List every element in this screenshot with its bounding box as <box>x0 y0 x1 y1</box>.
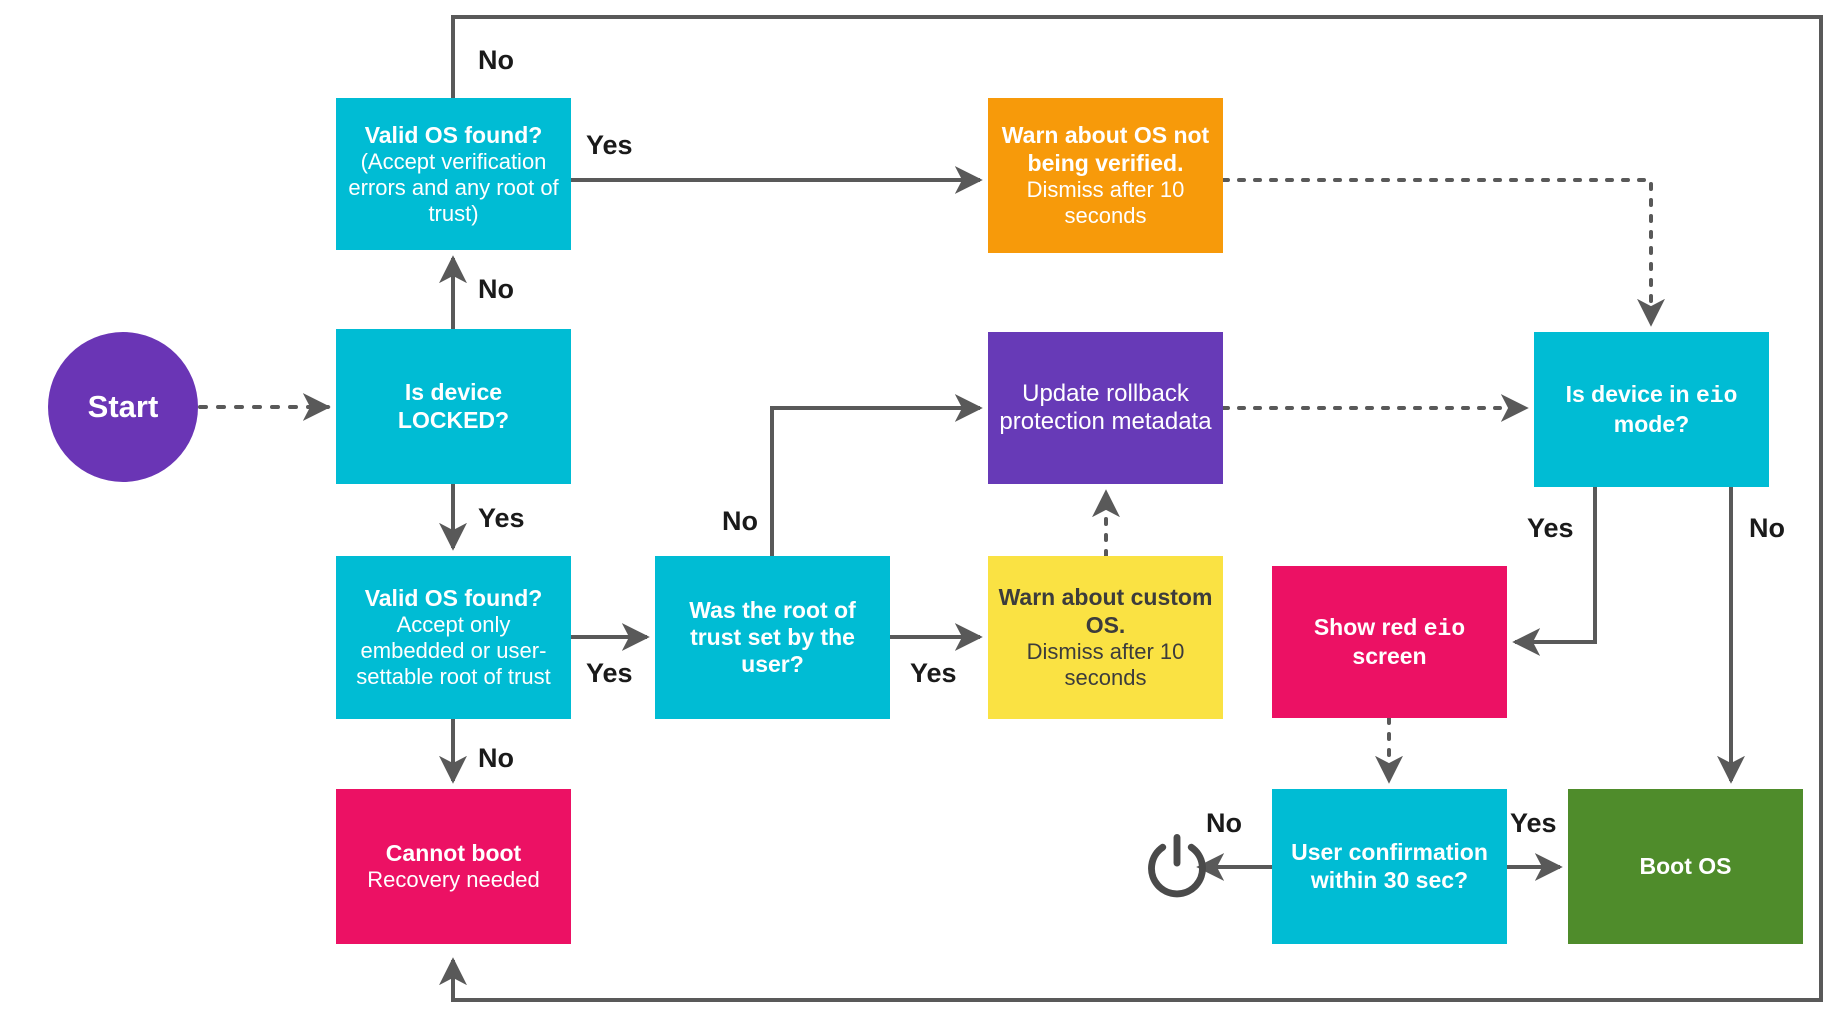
node-warn-custom-os[interactable]: Warn about custom OS. Dismiss after 10 se… <box>988 556 1223 719</box>
warn-os-not-verified-subtitle: Dismiss after 10 seconds <box>1026 176 1185 228</box>
node-valid-os-found-locked[interactable]: Valid OS found? Accept only embedded or u… <box>336 556 571 719</box>
mono-term: eio <box>1423 615 1466 642</box>
start-title: Start <box>87 388 159 424</box>
cannot-boot-subtitle: Recovery needed <box>367 867 540 893</box>
edge-label-valid-os-top-yes: Yes <box>586 130 633 160</box>
node-start[interactable]: Start <box>48 332 198 482</box>
edge-label-eio-yes: Yes <box>1527 513 1574 543</box>
edge-root-of-trust-no <box>770 394 983 556</box>
show-red-eio-screen-subtitle: Show red eio screen <box>1313 613 1466 669</box>
warn-custom-os-title: Warn about custom OS. <box>998 584 1213 638</box>
node-cannot-boot[interactable]: Cannot boot Recovery needed <box>336 789 571 944</box>
edge-label-is-device-locked-no: No <box>478 274 514 304</box>
edge-label-root-of-trust-yes: Yes <box>910 658 957 688</box>
boot-os-subtitle: Boot OS <box>1639 852 1732 879</box>
edge-label-valid-os-bottom-yes: Yes <box>586 658 633 688</box>
is-device-locked-title: Is device <box>404 379 503 406</box>
flowchart-canvas: Valid OS found? (top) --> Valid OS found… <box>0 0 1838 1028</box>
user-confirmation-within-30-sec-subtitle: User confirmation within 30 sec? <box>1291 839 1488 893</box>
node-is-device-in-eio-mode[interactable]: Is device in eio mode? <box>1534 332 1769 487</box>
node-is-device-locked[interactable]: Is device LOCKED? <box>336 329 571 484</box>
was-root-of-trust-set-by-user-title: Was the root of trust set by the user? <box>689 596 856 678</box>
node-valid-os-found-unlocked[interactable]: Valid OS found? (Accept verification erro… <box>336 98 571 250</box>
valid-os-found-locked-subtitle: Accept only embedded or user-settable ro… <box>356 612 551 690</box>
edge-label-root-of-trust-no: No <box>722 506 758 536</box>
valid-os-found-locked-title: Valid OS found? <box>364 585 543 611</box>
is-device-locked-subtitle: LOCKED? <box>397 406 510 433</box>
cannot-boot-title: Cannot boot <box>385 839 522 866</box>
edge-label-valid-os-bottom-no: No <box>478 743 514 773</box>
edge-label-eio-no: No <box>1749 513 1785 543</box>
valid-os-found-unlocked-title: Valid OS found? <box>364 121 543 148</box>
warn-os-not-verified-title: Warn about OS not being verified. <box>1001 122 1210 176</box>
warn-custom-os-subtitle: Dismiss after 10 seconds <box>1026 638 1185 690</box>
node-show-red-eio-screen[interactable]: Show red eio screen <box>1272 566 1507 718</box>
node-user-confirmation-within-30-sec[interactable]: User confirmation within 30 sec? <box>1272 789 1507 944</box>
node-update-rollback-protection-metadata[interactable]: Update rollback protection metadata <box>988 332 1223 484</box>
edge-label-user-confirm-yes: Yes <box>1510 808 1557 838</box>
node-boot-os[interactable]: Boot OS <box>1568 789 1803 944</box>
is-device-in-eio-mode-subtitle: Is device in eio mode? <box>1565 381 1738 437</box>
edge-eio-yes <box>1512 487 1597 656</box>
node-was-root-of-trust-set-by-user[interactable]: Was the root of trust set by the user? <box>655 556 890 719</box>
edge-warn-os-not-verified-to-eio <box>1221 178 1665 327</box>
update-rollback-protection-metadata-subtitle: Update rollback protection metadata <box>999 379 1212 435</box>
valid-os-found-unlocked-subtitle: (Accept verification errors and any root… <box>348 148 559 226</box>
power-off-icon <box>1141 830 1213 902</box>
node-warn-os-not-verified[interactable]: Warn about OS not being verified. Dismiss… <box>988 98 1223 253</box>
edge-label-is-device-locked-yes: Yes <box>478 503 525 533</box>
edge-label-valid-os-top-no: No <box>478 45 514 75</box>
mono-term: eio <box>1695 383 1738 410</box>
